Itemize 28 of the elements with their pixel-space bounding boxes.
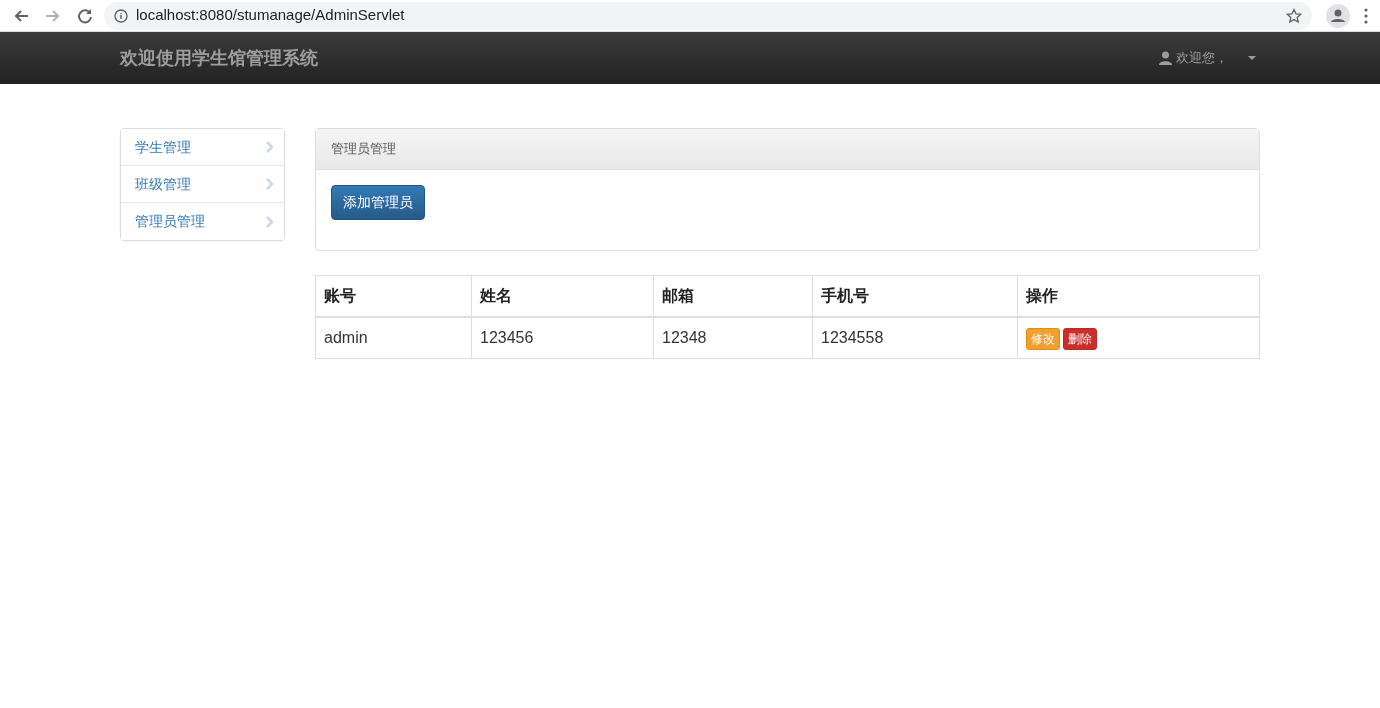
chevron-icon bbox=[266, 178, 274, 190]
user-icon bbox=[1159, 51, 1172, 65]
column-header: 姓名 bbox=[471, 275, 654, 317]
user-menu[interactable]: 欢迎您， bbox=[1176, 48, 1228, 68]
sidebar-item[interactable]: 学生管理 bbox=[121, 129, 284, 166]
delete-button[interactable]: 删除 bbox=[1063, 327, 1097, 350]
column-header: 账号 bbox=[315, 275, 472, 317]
column-header: 手机号 bbox=[812, 275, 1018, 317]
chevron-icon bbox=[266, 215, 274, 228]
add-admin-button[interactable]: 添加管理员 bbox=[331, 184, 425, 220]
sidebar-item[interactable]: 班级管理 bbox=[121, 166, 284, 203]
table-cell: 12348 bbox=[653, 316, 813, 358]
chevron-icon bbox=[266, 141, 274, 153]
menu-icon[interactable] bbox=[1364, 7, 1368, 24]
table-cell: admin bbox=[315, 316, 472, 358]
panel-title: 管理员管理 bbox=[316, 129, 1259, 170]
info-icon bbox=[114, 8, 128, 23]
column-header: 邮箱 bbox=[653, 275, 813, 317]
profile-avatar-icon[interactable] bbox=[1326, 3, 1350, 28]
brand-title[interactable]: 欢迎使用学生馆管理系统 bbox=[120, 44, 318, 72]
url-text: localhost:8080/stumanage/AdminServlet bbox=[136, 5, 405, 26]
column-header: 操作 bbox=[1017, 275, 1260, 317]
table-cell: 123456 bbox=[471, 316, 654, 358]
star-icon[interactable] bbox=[1286, 7, 1302, 24]
address-bar[interactable]: localhost:8080/stumanage/AdminServlet bbox=[104, 1, 1312, 30]
sidebar-item[interactable]: 管理员管理 bbox=[121, 203, 284, 240]
caret-icon[interactable] bbox=[1248, 56, 1256, 60]
table-cell: 1234558 bbox=[812, 316, 1018, 358]
